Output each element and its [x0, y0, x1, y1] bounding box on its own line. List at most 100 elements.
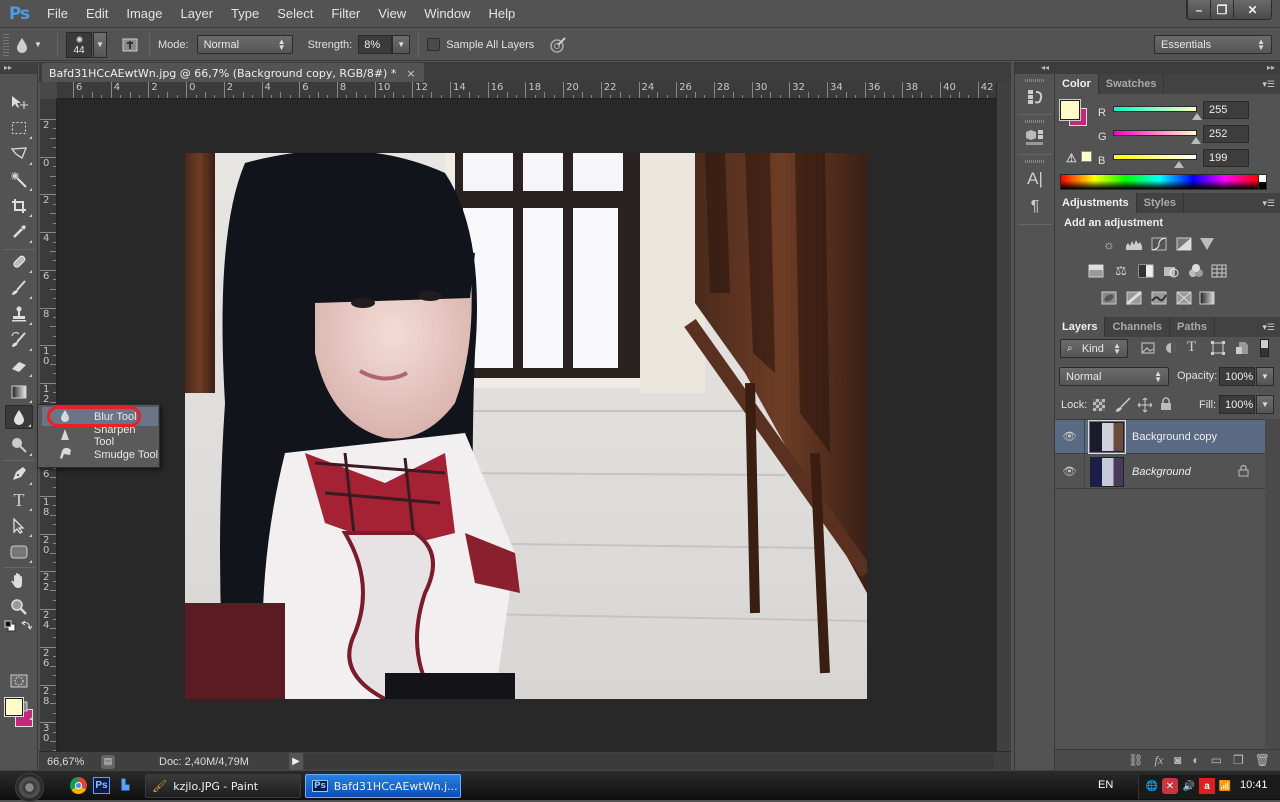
exposure-icon[interactable]	[1174, 236, 1194, 252]
photo-filter-icon[interactable]	[1161, 263, 1181, 279]
type-tool[interactable]: T	[5, 488, 33, 512]
layers-scrollbar[interactable]	[1265, 419, 1280, 749]
tab-channels[interactable]: Channels	[1105, 317, 1170, 337]
gradient-tool[interactable]	[5, 380, 33, 404]
color-spectrum-ramp[interactable]	[1060, 174, 1259, 190]
dodge-tool[interactable]	[5, 433, 33, 457]
brush-picker-dropdown[interactable]: ▼	[93, 31, 107, 58]
quick-mask-button[interactable]	[5, 669, 33, 693]
menu-select[interactable]: Select	[268, 0, 322, 28]
clone-stamp-tool[interactable]	[5, 302, 33, 326]
grip[interactable]	[1025, 120, 1045, 123]
tab-adjustments[interactable]: Adjustments	[1055, 193, 1137, 213]
color-balance-icon[interactable]: ⚖	[1111, 263, 1131, 279]
eraser-tool[interactable]	[5, 354, 33, 378]
threshold-icon[interactable]	[1149, 290, 1169, 306]
blend-mode-select[interactable]: Normal ▲ ▼	[1059, 367, 1169, 386]
close-button[interactable]: ✕	[1233, 0, 1271, 19]
tab-styles[interactable]: Styles	[1137, 193, 1185, 213]
grip[interactable]	[1025, 160, 1045, 163]
sample-all-layers-checkbox[interactable]	[427, 38, 441, 51]
brush-preset-picker[interactable]: 44 ▼	[66, 31, 107, 58]
tool-preset-picker[interactable]: ▼	[9, 37, 49, 53]
tab-color[interactable]: Color	[1055, 74, 1099, 94]
menu-window[interactable]: Window	[415, 0, 479, 28]
lock-image-pixels-button[interactable]	[1115, 397, 1131, 413]
chrome-icon[interactable]	[70, 777, 87, 794]
brightness-contrast-icon[interactable]: ☼	[1099, 236, 1119, 252]
tab-swatches[interactable]: Swatches	[1099, 74, 1165, 94]
taskbar-item-photoshop[interactable]: Ps Bafd31HCcAEwtWn.j...	[305, 774, 461, 798]
panel-menu-icon[interactable]: ▾☰	[1262, 79, 1275, 90]
workspace-select[interactable]: Essentials ▲ ▼	[1154, 35, 1272, 54]
new-adjustment-layer-icon[interactable]: ◐	[1192, 753, 1199, 767]
mode-select[interactable]: Normal ▲ ▼	[196, 35, 293, 54]
red-slider-thumb[interactable]	[1192, 113, 1202, 120]
new-layer-icon[interactable]: ❐	[1233, 753, 1244, 767]
lock-transparent-pixels-icon[interactable]	[1093, 399, 1105, 411]
layer-name[interactable]: Background copy	[1132, 431, 1217, 443]
start-orb-button[interactable]	[15, 773, 44, 802]
menu-image[interactable]: Image	[117, 0, 171, 28]
filter-pixel-layers[interactable]	[1141, 341, 1155, 355]
brush-tool[interactable]	[5, 276, 33, 300]
gradient-map-icon[interactable]	[1174, 290, 1194, 306]
layer-filter-kind-select[interactable]: ⌕ Kind ▲ ▼	[1060, 339, 1128, 358]
menu-layer[interactable]: Layer	[172, 0, 223, 28]
layer-row-background-copy[interactable]: 👁 Background copy	[1055, 419, 1265, 454]
black-white-icon[interactable]	[1136, 263, 1156, 279]
flyout-sharpen-tool[interactable]: Sharpen Tool	[42, 424, 158, 448]
menu-view[interactable]: View	[369, 0, 415, 28]
path-selection-tool[interactable]	[5, 514, 33, 538]
paragraph-panel-button[interactable]: ¶	[1024, 196, 1046, 218]
document-image[interactable]	[185, 153, 867, 699]
add-mask-icon[interactable]: ◙	[1174, 753, 1181, 767]
fill-slider-toggle[interactable]: ▼	[1256, 395, 1274, 414]
default-colors-button[interactable]	[4, 620, 16, 632]
volume-tray-icon[interactable]: 🔊	[1181, 778, 1197, 794]
zoom-tool[interactable]	[5, 595, 33, 619]
filter-type-layers[interactable]: T	[1187, 339, 1201, 355]
fx-layer-style-icon[interactable]: fx	[1154, 753, 1163, 768]
dock-collapse[interactable]: ◂◂	[1015, 62, 1054, 74]
properties-panel-button[interactable]	[1024, 126, 1046, 148]
history-panel-button[interactable]	[1024, 86, 1046, 108]
filter-smart-objects[interactable]	[1235, 341, 1249, 355]
fill-input[interactable]: 100%	[1219, 395, 1255, 414]
taskbar-item-paint[interactable]: 🖌 kzjlo.JPG - Paint	[145, 774, 301, 798]
tools-panel-collapse[interactable]: ▸▸	[0, 62, 37, 74]
panel-menu-icon[interactable]: ▾☰	[1262, 322, 1275, 333]
crop-tool[interactable]	[5, 194, 33, 218]
clock[interactable]: 10:41	[1240, 779, 1268, 791]
hue-saturation-icon[interactable]	[1086, 263, 1106, 279]
red-value-input[interactable]: 255	[1203, 101, 1249, 119]
status-preview-button[interactable]: ▤	[101, 754, 115, 769]
close-document-icon[interactable]: ×	[406, 67, 415, 80]
levels-icon[interactable]	[1124, 236, 1144, 252]
avira-antivirus-tray-icon[interactable]: a	[1199, 778, 1215, 794]
selective-color-icon[interactable]	[1197, 290, 1217, 306]
quick-selection-tool[interactable]	[5, 168, 33, 192]
layer-name[interactable]: Background	[1132, 466, 1191, 478]
restore-button[interactable]: ❐	[1210, 0, 1233, 19]
menu-file[interactable]: File	[38, 0, 77, 28]
tab-layers[interactable]: Layers	[1055, 317, 1106, 337]
marquee-tool[interactable]	[5, 116, 33, 140]
language-indicator[interactable]: EN	[1098, 779, 1113, 791]
green-slider-track[interactable]	[1113, 130, 1197, 136]
panels-collapse[interactable]: ▸▸	[1055, 62, 1280, 74]
strength-slider-toggle[interactable]: ▼	[392, 35, 411, 54]
black-white-ramp[interactable]	[1258, 174, 1267, 190]
filter-adjustment-layers[interactable]	[1164, 341, 1178, 355]
posterize-icon[interactable]	[1124, 290, 1144, 306]
filter-shape-layers[interactable]	[1211, 341, 1225, 355]
minimize-button[interactable]: –	[1187, 0, 1210, 19]
eyedropper-tool[interactable]	[5, 220, 33, 244]
visibility-eye-icon[interactable]: 👁	[1055, 454, 1085, 489]
pen-tool[interactable]	[5, 462, 33, 486]
status-menu-button[interactable]: ▶	[289, 752, 303, 771]
opacity-input[interactable]: 100%	[1219, 367, 1255, 386]
menu-help[interactable]: Help	[479, 0, 524, 28]
shape-tool[interactable]	[5, 540, 33, 564]
channel-mixer-icon[interactable]	[1186, 263, 1206, 279]
